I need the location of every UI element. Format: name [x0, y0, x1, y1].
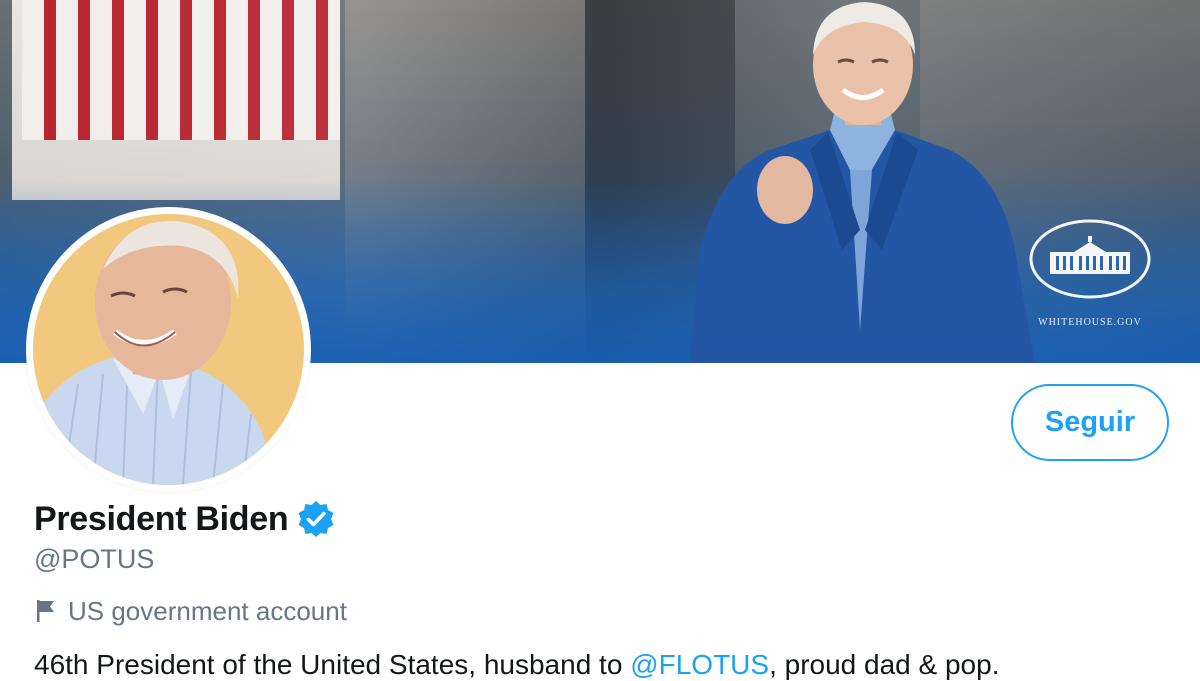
profile-avatar[interactable]: [26, 207, 311, 492]
bio-mention-link[interactable]: @FLOTUS: [630, 649, 769, 680]
avatar-image: [33, 214, 304, 485]
banner-person-figure: [690, 2, 1035, 363]
follow-button[interactable]: Seguir: [1011, 384, 1169, 461]
bio-text-end: , proud dad & pop.: [769, 649, 1000, 680]
white-house-logo-text: WHITEHOUSE.GOV: [1038, 317, 1142, 328]
profile-handle: @POTUS: [34, 544, 155, 574]
white-house-icon: [1029, 219, 1151, 299]
profile-bio: 46th President of the United States, hus…: [34, 649, 999, 681]
bio-text-start: 46th President of the United States, hus…: [34, 649, 631, 680]
account-label-text: US government account: [68, 595, 347, 626]
flag-icon: [37, 600, 54, 622]
account-label-row: US government account: [34, 593, 347, 629]
display-name: President Biden: [34, 499, 289, 538]
profile-name-row: President Biden: [34, 497, 336, 541]
verified-badge-icon: [298, 501, 334, 537]
